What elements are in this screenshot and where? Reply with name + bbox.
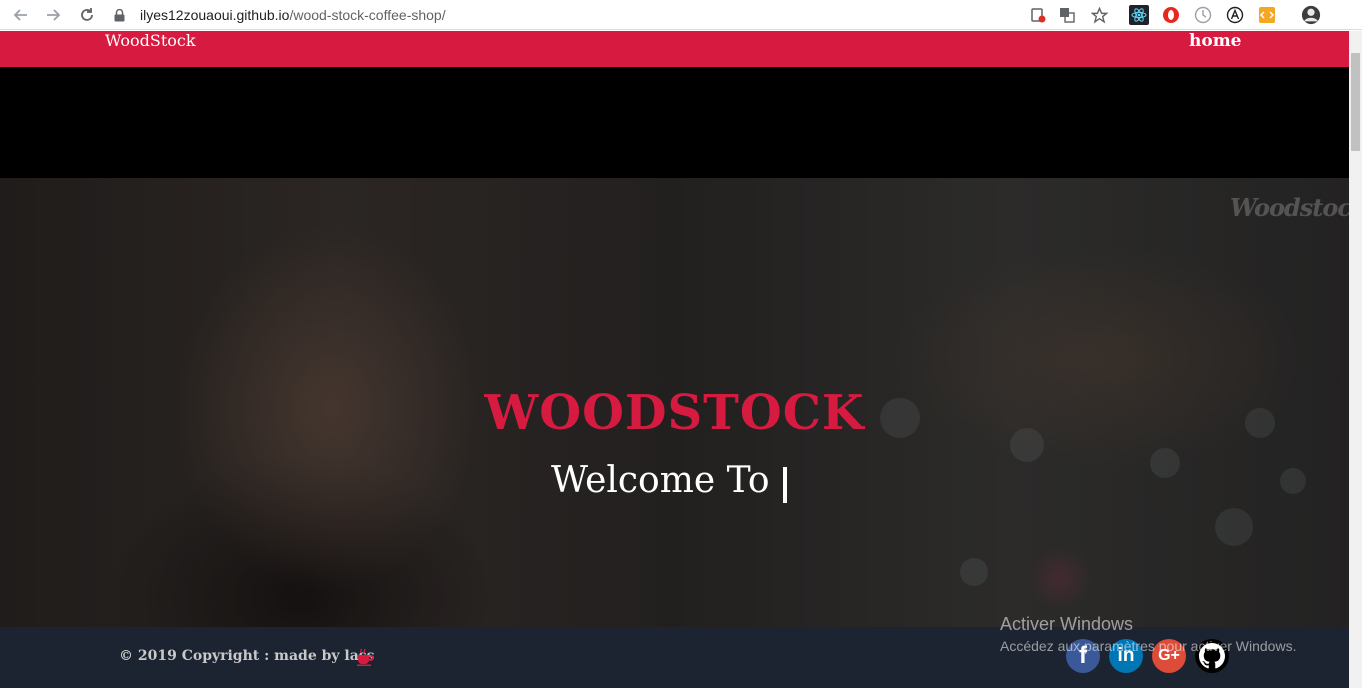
browser-toolbar: ilyes12zouaoui.github.io/wood-stock-coff… [0,0,1362,30]
forward-icon[interactable] [42,4,64,26]
video-watermark-logo: Woodstock [1230,193,1349,222]
typing-cursor [783,467,787,503]
html-icon[interactable] [1257,5,1277,25]
hero-video: Woodstock WOODSTOCK Welcome To [0,178,1349,627]
page-scrollbar[interactable] [1349,31,1362,688]
hero-subtitle: Welcome To [551,460,770,501]
url-text: ilyes12zouaoui.github.io/wood-stock-coff… [140,7,446,23]
a-icon[interactable] [1225,5,1245,25]
reload-icon[interactable] [76,4,98,26]
copyright-text: © 2019 Copyright : made by lass [119,648,375,664]
scrollbar-thumb[interactable] [1351,53,1360,151]
coffee-cup-icon [355,647,375,667]
windows-activation-watermark: Activer Windows Accédez aux paramètres p… [1000,614,1296,654]
watermark-title: Activer Windows [1000,614,1134,634]
hero-title: WOODSTOCK [484,385,865,441]
block-icon[interactable] [1028,5,1048,25]
address-bar[interactable]: ilyes12zouaoui.github.io/wood-stock-coff… [112,2,1122,28]
watermark-subtitle: Accédez aux paramètres pour activer Wind… [1000,638,1297,654]
site-brand[interactable]: WoodStock [105,31,196,50]
nav-link-home[interactable]: home [1189,31,1242,51]
profile-avatar[interactable] [1301,5,1321,25]
opera-icon[interactable] [1161,5,1181,25]
react-devtools-icon[interactable] [1129,5,1149,25]
site-navbar: WoodStock home [0,31,1349,67]
url-domain: ilyes12zouaoui.github.io [140,7,290,23]
lock-icon [112,8,126,22]
back-icon[interactable] [10,4,32,26]
url-path: /wood-stock-coffee-shop/ [289,7,446,23]
translate-icon[interactable] [1057,5,1077,25]
timer-icon[interactable] [1193,5,1213,25]
star-icon[interactable] [1089,5,1109,25]
page-viewport: WoodStock home Woodstock WOODSTOCK Welco… [0,31,1349,688]
